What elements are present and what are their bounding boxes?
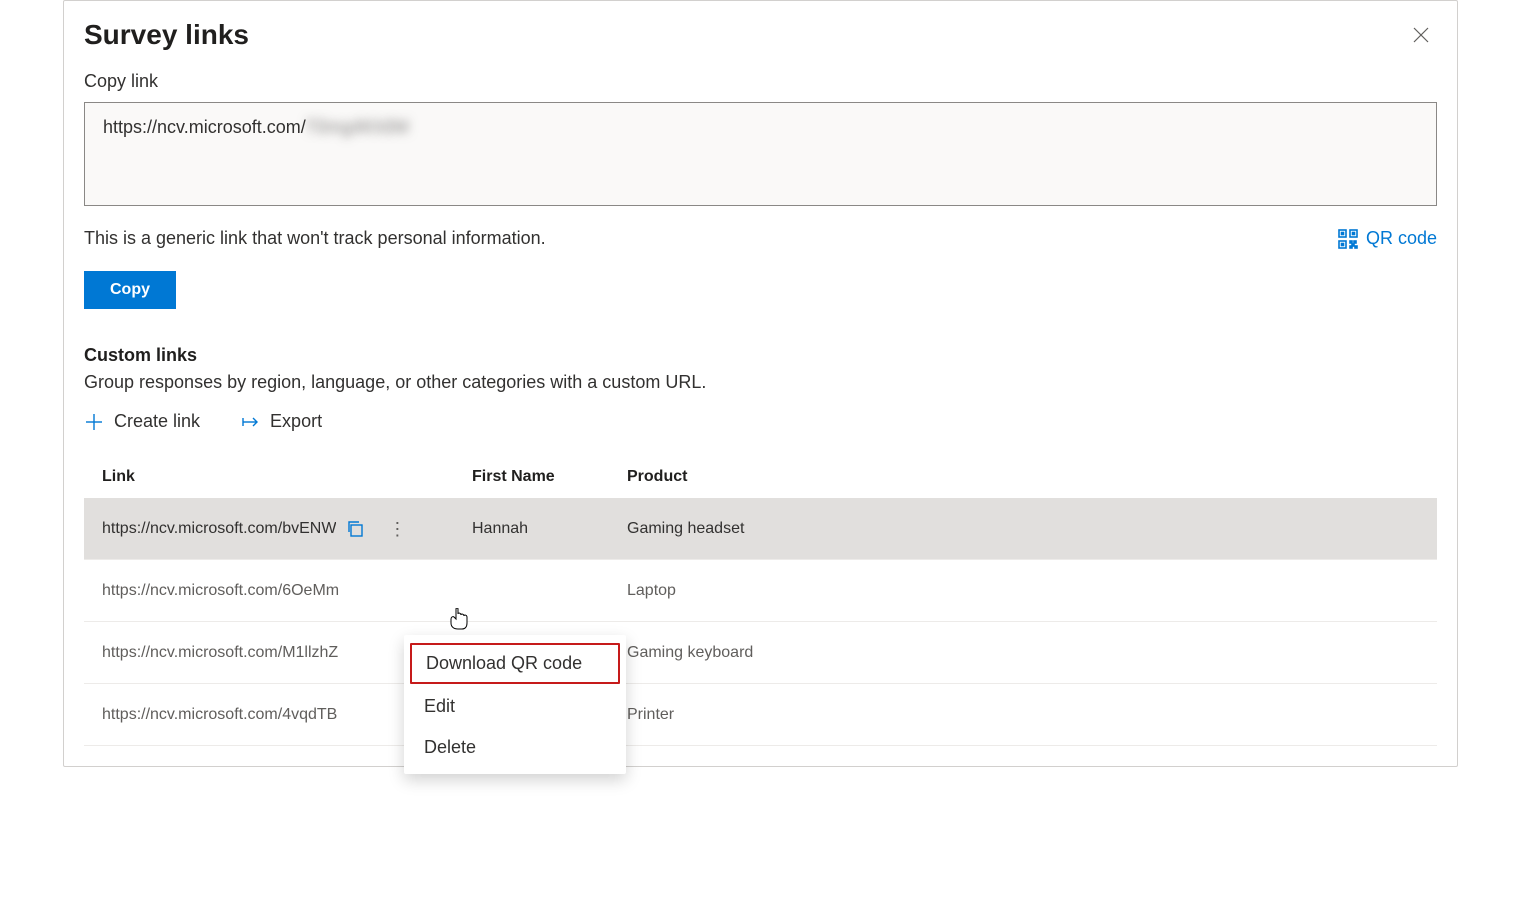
more-options-button[interactable]: ⋮: [384, 520, 411, 538]
row-product: Gaming keyboard: [627, 644, 1419, 662]
row-first-name: Hannah: [472, 520, 627, 538]
table-row[interactable]: https://ncv.microsoft.com/M1llzhZ Gaming …: [84, 622, 1437, 684]
row-product: Gaming headset: [627, 520, 1419, 538]
link-cell: https://ncv.microsoft.com/6OeMm: [102, 582, 472, 600]
header-first-name: First Name: [472, 468, 627, 486]
copy-button[interactable]: Copy: [84, 271, 176, 309]
custom-links-description: Group responses by region, language, or …: [84, 372, 1437, 393]
header-product: Product: [627, 468, 1419, 486]
qr-code-label: QR code: [1366, 228, 1437, 249]
export-label: Export: [270, 411, 322, 432]
generic-link-visible: https://ncv.microsoft.com/: [103, 117, 306, 138]
custom-actions: Create link Export: [84, 411, 1437, 432]
row-context-menu: Download QR codeEditDelete: [404, 635, 626, 774]
close-button[interactable]: [1405, 19, 1437, 51]
create-link-label: Create link: [114, 411, 200, 432]
row-link: https://ncv.microsoft.com/bvENW: [102, 520, 336, 538]
description-row: This is a generic link that won't track …: [84, 228, 1437, 249]
copy-icon[interactable]: [346, 520, 364, 538]
row-link: https://ncv.microsoft.com/6OeMm: [102, 582, 339, 600]
survey-links-dialog: Survey links Copy link https://ncv.micro…: [63, 0, 1458, 767]
table-body: https://ncv.microsoft.com/bvENW⋮HannahGa…: [84, 498, 1437, 746]
custom-links-section: Custom links Group responses by region, …: [84, 345, 1437, 746]
table-header: Link First Name Product: [84, 456, 1437, 498]
row-link: https://ncv.microsoft.com/4vqdTB: [102, 706, 337, 724]
context-item-edit[interactable]: Edit: [404, 686, 626, 727]
dialog-body: Copy link https://ncv.microsoft.com/T0mg…: [64, 61, 1457, 766]
close-icon: [1413, 27, 1429, 43]
qr-code-link[interactable]: QR code: [1338, 228, 1437, 249]
generic-link-box[interactable]: https://ncv.microsoft.com/T0mg4Kh0M: [84, 102, 1437, 206]
custom-links-table: Link First Name Product https://ncv.micr…: [84, 456, 1437, 746]
row-product: Printer: [627, 706, 1419, 724]
export-icon: [240, 412, 260, 432]
custom-links-title: Custom links: [84, 345, 1437, 366]
table-row[interactable]: https://ncv.microsoft.com/6OeMm Laptop: [84, 560, 1437, 622]
dialog-title: Survey links: [84, 19, 249, 51]
copy-link-label: Copy link: [84, 71, 1437, 92]
row-actions: ⋮: [346, 520, 411, 538]
row-product: Laptop: [627, 582, 1419, 600]
row-link: https://ncv.microsoft.com/M1llzhZ: [102, 644, 338, 662]
table-row[interactable]: https://ncv.microsoft.com/bvENW ⋮ HannahGa…: [84, 498, 1437, 560]
dialog-header: Survey links: [64, 1, 1457, 61]
export-button[interactable]: Export: [240, 411, 322, 432]
table-row[interactable]: https://ncv.microsoft.com/4vqdTBGracePri…: [84, 684, 1437, 746]
generic-link-description: This is a generic link that won't track …: [84, 228, 546, 249]
plus-icon: [84, 412, 104, 432]
link-cell: https://ncv.microsoft.com/bvENW ⋮: [102, 520, 472, 538]
header-link: Link: [102, 468, 472, 486]
create-link-button[interactable]: Create link: [84, 411, 200, 432]
context-item-delete[interactable]: Delete: [404, 727, 626, 768]
generic-link-blurred: T0mg4Kh0M: [306, 117, 409, 138]
qr-code-icon: [1338, 229, 1358, 249]
context-item-download-qr-code[interactable]: Download QR code: [410, 643, 620, 684]
